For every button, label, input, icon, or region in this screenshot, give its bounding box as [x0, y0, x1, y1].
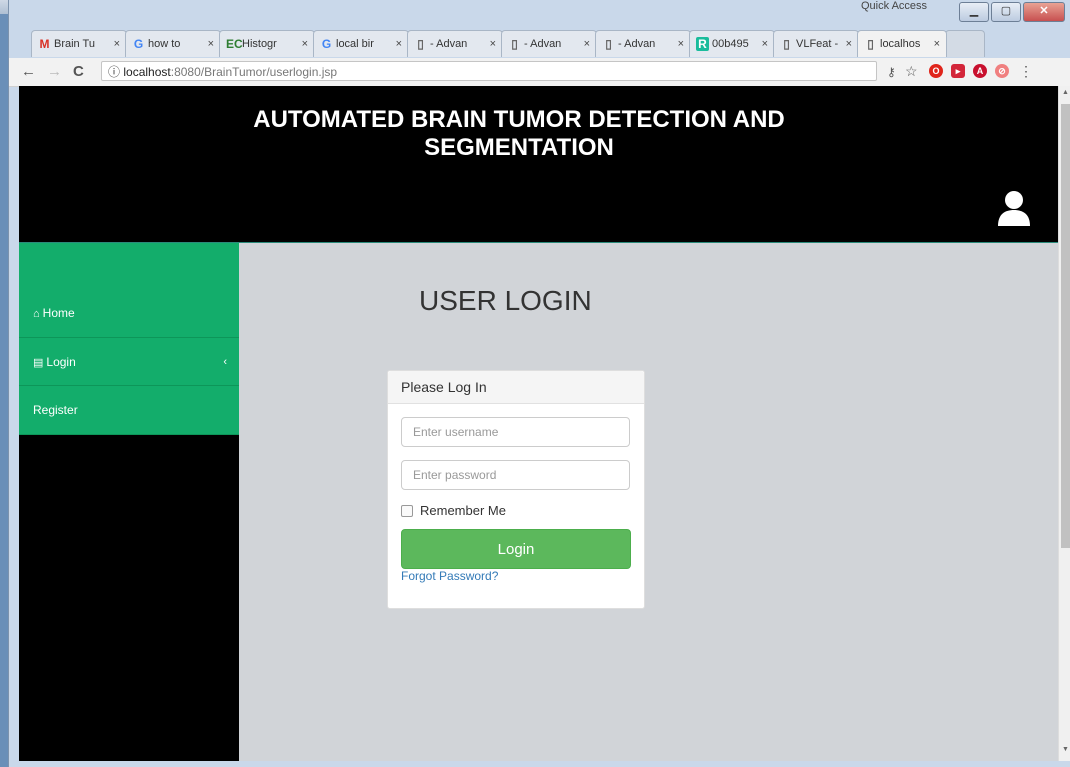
- close-icon[interactable]: ×: [842, 38, 852, 50]
- close-icon[interactable]: ×: [930, 38, 940, 50]
- title-line-1: AUTOMATED BRAIN TUMOR DETECTION AND: [253, 106, 785, 133]
- key-icon[interactable]: ⚷: [887, 65, 896, 79]
- chevron-left-icon: ‹: [223, 356, 227, 368]
- tab-advanced-3[interactable]: ▯ - Advan ×: [595, 30, 691, 57]
- remember-me-label: Remember Me: [420, 503, 506, 518]
- login-button[interactable]: Login: [401, 529, 631, 569]
- maximize-button[interactable]: ▢: [991, 2, 1021, 22]
- sidebar-item-home[interactable]: ⌂ Home: [19, 289, 239, 337]
- username-input[interactable]: [401, 417, 630, 447]
- tab-advanced-2[interactable]: ▯ - Advan ×: [501, 30, 597, 57]
- tab-label: localhos: [880, 38, 921, 50]
- info-icon[interactable]: ⓘ: [108, 65, 120, 79]
- scroll-down-icon[interactable]: ▼: [1059, 746, 1070, 753]
- password-input[interactable]: [401, 460, 630, 490]
- sidebar-item-label: Home: [42, 306, 75, 320]
- google-icon: G: [133, 37, 144, 51]
- page-icon: ▯: [417, 37, 424, 51]
- page-title: AUTOMATED BRAIN TUMOR DETECTION AND SEGM…: [199, 106, 839, 162]
- tab-00b495[interactable]: R 00b495 ×: [689, 30, 775, 57]
- tab-local-binary[interactable]: G local bir ×: [313, 30, 409, 57]
- menu-icon[interactable]: ⋮: [1019, 63, 1033, 80]
- panel-title: Please Log In: [388, 371, 644, 404]
- site-icon: R: [696, 37, 709, 51]
- browser-toolbar: ← → C ⓘ localhost:8080/BrainTumor/userlo…: [9, 58, 1070, 87]
- tab-label: VLFeat -: [796, 38, 839, 50]
- login-panel: Please Log In Remember Me Login Forgot P…: [387, 370, 645, 609]
- close-icon[interactable]: ×: [580, 38, 590, 50]
- page-icon: ▯: [605, 37, 612, 51]
- title-line-2: SEGMENTATION: [424, 134, 614, 161]
- site-header: AUTOMATED BRAIN TUMOR DETECTION AND SEGM…: [19, 86, 1058, 243]
- close-icon[interactable]: ×: [758, 38, 768, 50]
- tab-histogram[interactable]: EC Histogr ×: [219, 30, 315, 57]
- bookmark-star-icon[interactable]: ☆: [905, 63, 918, 80]
- close-icon[interactable]: ×: [486, 38, 496, 50]
- page-viewport: AUTOMATED BRAIN TUMOR DETECTION AND SEGM…: [19, 86, 1058, 761]
- quick-access-label: Quick Access: [861, 0, 928, 12]
- address-bar[interactable]: ⓘ localhost:8080/BrainTumor/userlogin.js…: [101, 61, 877, 81]
- tab-label: local bir: [336, 38, 374, 50]
- close-icon[interactable]: ×: [110, 38, 120, 50]
- remember-me[interactable]: Remember Me: [401, 503, 506, 518]
- forgot-password-link[interactable]: Forgot Password?: [401, 569, 498, 583]
- minimize-button[interactable]: ▁: [959, 2, 989, 22]
- tab-label: - Advan: [618, 38, 656, 50]
- sidebar-item-label: Login: [46, 355, 76, 369]
- window-controls: ▁ ▢ ✕: [957, 2, 1065, 24]
- page-icon: ▯: [783, 37, 790, 51]
- tab-bar: M Brain Tu × G how to × EC Histogr × G l…: [9, 30, 1070, 58]
- page-scrollbar[interactable]: ▲ ▼: [1058, 86, 1070, 761]
- main-content: USER LOGIN Please Log In Remember Me Log…: [239, 243, 1058, 761]
- sidebar-item-label: Register: [33, 403, 78, 417]
- page-icon: ▯: [511, 37, 518, 51]
- chart-icon: ▤: [33, 357, 44, 369]
- tab-label: Brain Tu: [54, 38, 95, 50]
- remember-me-checkbox[interactable]: [401, 504, 413, 517]
- blocker-icon[interactable]: ⊘: [995, 64, 1009, 78]
- tab-label: - Advan: [430, 38, 468, 50]
- gmail-icon: M: [39, 37, 50, 51]
- tab-brain-tumor[interactable]: M Brain Tu ×: [31, 30, 127, 57]
- close-icon[interactable]: ×: [674, 38, 684, 50]
- reload-button[interactable]: C: [73, 63, 84, 80]
- site-icon: EC: [226, 37, 243, 51]
- close-icon[interactable]: ×: [298, 38, 308, 50]
- tab-how-to[interactable]: G how to ×: [125, 30, 221, 57]
- scrollbar-thumb[interactable]: [1061, 104, 1070, 548]
- url-host: localhost: [123, 65, 171, 79]
- browser-window: Quick Access ▁ ▢ ✕ M Brain Tu × G how to…: [8, 0, 1070, 767]
- close-icon[interactable]: ×: [204, 38, 214, 50]
- opera-icon[interactable]: O: [929, 64, 943, 78]
- sidebar-item-login[interactable]: ▤ Login ‹: [19, 337, 239, 385]
- adblock-icon[interactable]: A: [973, 64, 987, 78]
- page-icon: ▯: [867, 37, 874, 51]
- url-path: :8080/BrainTumor/userlogin.jsp: [170, 65, 338, 79]
- window-close-button[interactable]: ✕: [1023, 2, 1065, 22]
- google-icon: G: [321, 37, 332, 51]
- tab-localhost[interactable]: ▯ localhos ×: [857, 30, 947, 57]
- forward-button[interactable]: →: [47, 63, 62, 80]
- window-bottom-border: [9, 761, 1070, 767]
- tab-label: how to: [148, 38, 181, 50]
- tab-advanced-1[interactable]: ▯ - Advan ×: [407, 30, 503, 57]
- page-heading: USER LOGIN: [419, 285, 592, 316]
- new-tab-button[interactable]: [945, 30, 985, 57]
- close-icon[interactable]: ×: [392, 38, 402, 50]
- tab-label: - Advan: [524, 38, 562, 50]
- sidebar: ⌂ Home ▤ Login ‹ Register: [19, 243, 239, 761]
- user-icon[interactable]: [997, 190, 1031, 226]
- home-icon: ⌂: [33, 308, 40, 320]
- tab-label: Histogr: [242, 38, 277, 50]
- tab-vlfeat[interactable]: ▯ VLFeat - ×: [773, 30, 859, 57]
- scroll-up-icon[interactable]: ▲: [1059, 89, 1070, 96]
- sidebar-item-register[interactable]: Register: [19, 385, 239, 435]
- back-button[interactable]: ←: [21, 63, 36, 80]
- extension-icon[interactable]: ▸: [951, 64, 965, 78]
- tab-label: 00b495: [712, 38, 749, 50]
